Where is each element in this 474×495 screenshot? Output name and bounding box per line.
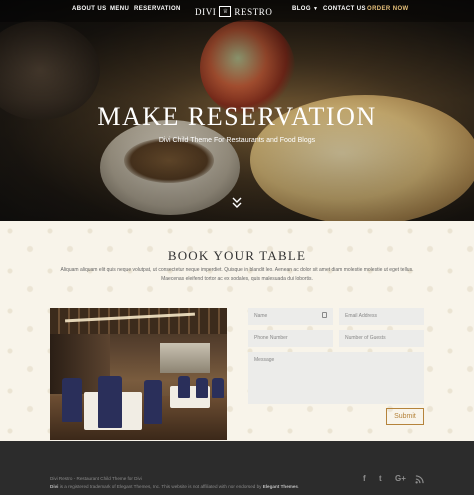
site-logo[interactable]: DIVI ♕ RESTRO <box>195 5 273 18</box>
footer-trademark-text: is a registered trademark of Elegant The… <box>58 484 263 489</box>
name-input[interactable]: Name <box>248 308 333 325</box>
logo-word-restro: RESTRO <box>234 6 273 17</box>
hero-banner: MAKE RESERVATION Divi Child Theme For Re… <box>0 0 474 221</box>
booking-title: BOOK YOUR TABLE <box>167 248 307 263</box>
site-footer: Divi Restro - Restaurant Child Theme for… <box>0 441 474 495</box>
chevron-down-icon: ▼ <box>312 6 319 12</box>
booking-section: BOOK YOUR TABLE Aliquam aliquam elit qui… <box>0 221 474 441</box>
nav-blog-label: BLOG <box>292 6 311 12</box>
restaurant-interior-image <box>50 308 227 440</box>
hero-subtitle: Divi Child Theme For Restaurants and Foo… <box>158 137 316 144</box>
rss-icon[interactable] <box>415 475 424 484</box>
twitter-icon[interactable]: t <box>379 474 382 483</box>
phone-placeholder: Phone Number <box>254 335 288 341</box>
double-chevron-down-icon[interactable] <box>231 196 243 210</box>
facebook-icon[interactable]: f <box>363 474 366 483</box>
nav-about-us[interactable]: ABOUT US <box>72 6 107 12</box>
footer-trademark-end: . <box>297 484 300 489</box>
footer-trademark: Divi is a registered trademark of Elegan… <box>50 484 299 489</box>
logo-word-divi: DIVI <box>195 6 217 17</box>
nav-order-now[interactable]: ORDER NOW <box>367 6 409 12</box>
top-navigation: ABOUT US MENU RESERVATION DIVI ♕ RESTRO … <box>0 0 474 22</box>
email-placeholder: Email Address <box>345 313 377 319</box>
phone-input[interactable]: Phone Number <box>248 330 333 347</box>
booking-description: Aliquam aliquam elit quis neque volutpat… <box>60 267 414 282</box>
footer-credit: Divi Restro - Restaurant Child Theme for… <box>50 476 142 481</box>
nav-blog[interactable]: BLOG ▼ <box>292 6 318 12</box>
guests-input[interactable]: Number of Guests <box>339 330 424 347</box>
google-plus-icon[interactable]: G+ <box>395 474 406 483</box>
message-placeholder: Message <box>254 357 275 363</box>
guests-placeholder: Number of Guests <box>345 335 386 341</box>
logo-emblem-icon: ♕ <box>219 6 232 17</box>
nav-menu[interactable]: MENU <box>110 6 129 12</box>
name-placeholder: Name <box>254 313 268 319</box>
footer-company-link[interactable]: Elegant Themes <box>263 484 298 489</box>
email-input[interactable]: Email Address <box>339 308 424 325</box>
message-textarea[interactable]: Message <box>248 352 424 404</box>
contact-card-icon <box>322 312 327 318</box>
hero-title: MAKE RESERVATION <box>97 102 377 131</box>
nav-contact-us[interactable]: CONTACT US <box>323 6 366 12</box>
submit-button[interactable]: Submit <box>386 408 424 425</box>
nav-reservation[interactable]: RESERVATION <box>134 6 181 12</box>
